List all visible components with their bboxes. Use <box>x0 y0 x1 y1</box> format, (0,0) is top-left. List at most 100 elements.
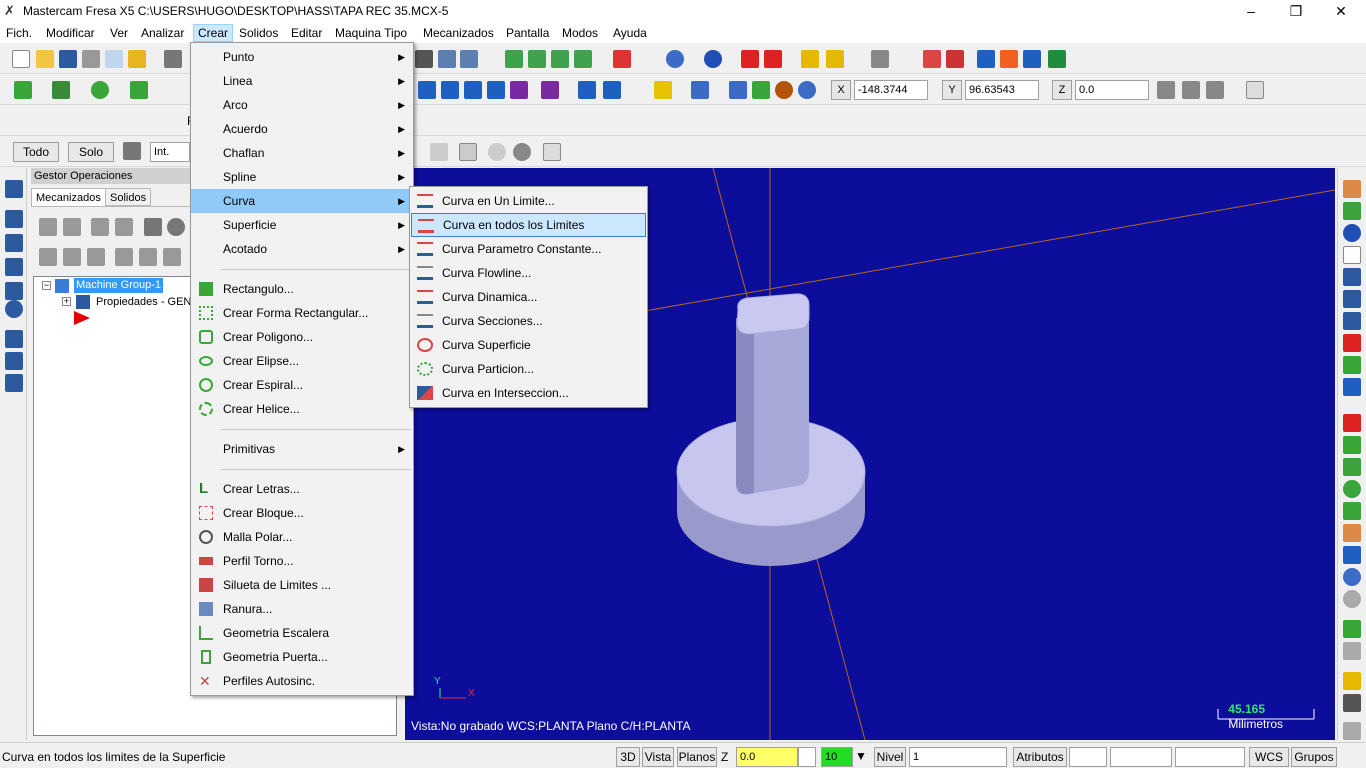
create-line-icon[interactable] <box>52 81 70 99</box>
tool-icon[interactable] <box>415 50 433 68</box>
insert-arrow-icon[interactable] <box>163 248 181 266</box>
rv-diamond-icon[interactable] <box>1343 546 1361 564</box>
lock2-icon[interactable] <box>87 248 105 266</box>
transform-icon[interactable] <box>977 50 995 68</box>
menu-rectangulo[interactable]: Rectangulo... <box>191 277 413 301</box>
select-all-ops-icon[interactable] <box>39 218 57 236</box>
print-preview-icon[interactable] <box>105 50 123 68</box>
rv-curve-icon[interactable] <box>1343 334 1361 352</box>
dims-icon[interactable] <box>691 81 709 99</box>
new-file-icon[interactable] <box>12 50 30 68</box>
toolpath3-icon[interactable] <box>5 234 23 252</box>
toolpath9-icon[interactable] <box>5 374 23 392</box>
sphere2-icon[interactable] <box>775 81 793 99</box>
solid-box4-icon[interactable] <box>574 50 592 68</box>
menu-solidos[interactable]: Solidos <box>235 24 282 42</box>
menu-curva-particion[interactable]: Curva Particion... <box>411 357 646 381</box>
tab-solidos[interactable]: Solidos <box>105 188 152 206</box>
expand-icon[interactable]: + <box>62 297 71 306</box>
select-dirty-icon[interactable] <box>63 218 81 236</box>
menu-curva[interactable]: Curva ▶ <box>191 189 413 213</box>
sphere-icon[interactable] <box>704 50 722 68</box>
menu-silueta[interactable]: Silueta de Limites ... <box>191 573 413 597</box>
create-arc-icon[interactable] <box>91 81 109 99</box>
menu-editar[interactable]: Editar <box>287 24 326 42</box>
z-depth-dropdown[interactable] <box>798 747 816 767</box>
rv-grid-icon[interactable] <box>1343 180 1361 198</box>
rv-color-icon[interactable] <box>1343 620 1361 638</box>
menu-escalera[interactable]: Geometria Escalera <box>191 621 413 645</box>
rv-surface-icon[interactable] <box>1343 414 1361 432</box>
create-point-icon[interactable] <box>14 81 32 99</box>
light-icon[interactable] <box>654 81 672 99</box>
sigma-icon[interactable] <box>1023 50 1041 68</box>
solid-box-icon[interactable] <box>505 50 523 68</box>
btn-grupos[interactable]: Grupos <box>1291 747 1337 767</box>
menu-modos[interactable]: Modos <box>558 24 602 42</box>
btn-wcs[interactable]: WCS <box>1249 747 1289 767</box>
toolpath6-icon[interactable] <box>5 300 23 318</box>
rv-branch-icon[interactable] <box>1343 312 1361 330</box>
rv-line-icon[interactable] <box>1343 458 1361 476</box>
circle-icon[interactable] <box>513 143 531 161</box>
close-button[interactable]: ✕ <box>1318 0 1364 23</box>
pick-icon[interactable] <box>430 143 448 161</box>
machine-group-node[interactable]: Machine Group-1 <box>74 278 163 293</box>
rv-add-icon[interactable] <box>1343 436 1361 454</box>
menu-linea[interactable]: Linea ▶ <box>191 69 413 93</box>
clipboard-icon[interactable] <box>128 50 146 68</box>
menu-curva-secciones[interactable]: Curva Secciones... <box>411 309 646 333</box>
rv-circle-icon[interactable] <box>1343 480 1361 498</box>
menu-forma-rectangular[interactable]: Crear Forma Rectangular... <box>191 301 413 325</box>
menu-spline[interactable]: Spline ▶ <box>191 165 413 189</box>
toolpath-icon[interactable] <box>5 180 23 198</box>
solid-red-icon[interactable] <box>613 50 631 68</box>
btn-vista[interactable]: Vista <box>642 747 674 767</box>
tab-mecanizados[interactable]: Mecanizados <box>31 188 106 206</box>
select-only-button[interactable]: Solo <box>68 142 114 162</box>
collapse-icon[interactable]: − <box>42 281 51 290</box>
tool3-icon[interactable] <box>460 50 478 68</box>
arrow-box-icon[interactable] <box>603 81 621 99</box>
menu-espiral[interactable]: Crear Espiral... <box>191 373 413 397</box>
arrow-up-icon[interactable] <box>139 248 157 266</box>
select-mode-field[interactable]: Int. <box>150 142 190 162</box>
rv-graph-icon[interactable] <box>1343 378 1361 396</box>
menu-poligono[interactable]: Crear Poligono... <box>191 325 413 349</box>
help-icon[interactable] <box>1246 81 1264 99</box>
rv-pattern-icon[interactable] <box>1343 524 1361 542</box>
cube-icon[interactable] <box>729 81 747 99</box>
rv-page-icon[interactable] <box>1343 246 1361 264</box>
wave-icon[interactable] <box>63 248 81 266</box>
toolpath5-icon[interactable] <box>5 282 23 300</box>
menu-fich[interactable]: Fich. <box>2 24 36 42</box>
xform4-icon[interactable] <box>487 81 505 99</box>
menu-superficie[interactable]: Superficie ▶ <box>191 213 413 237</box>
help2-icon[interactable] <box>543 143 561 161</box>
toolpath8-icon[interactable] <box>5 352 23 370</box>
menu-curva-interseccion[interactable]: Curva en Interseccion... <box>411 381 646 405</box>
menu-puerta[interactable]: Geometria Puerta... <box>191 645 413 669</box>
menu-ranura[interactable]: Ranura... <box>191 597 413 621</box>
menu-curva-flowline[interactable]: Curva Flowline... <box>411 261 646 285</box>
xform2-icon[interactable] <box>441 81 459 99</box>
wand-icon[interactable] <box>871 50 889 68</box>
menu-analizar[interactable]: Analizar <box>137 24 188 42</box>
shade-icon[interactable] <box>741 50 759 68</box>
open-folder-icon[interactable] <box>36 50 54 68</box>
x-coordinate-field[interactable]: -148.3744 <box>854 80 928 100</box>
print-icon[interactable] <box>82 50 100 68</box>
menu-autosinc[interactable]: ✕ Perfiles Autosinc. <box>191 669 413 693</box>
xform-icon[interactable] <box>418 81 436 99</box>
btn-planos[interactable]: Planos <box>677 747 717 767</box>
rv-save-icon[interactable] <box>1343 268 1361 286</box>
cancel-icon[interactable] <box>488 143 506 161</box>
select-all-button[interactable]: Todo <box>13 142 59 162</box>
xform3-icon[interactable] <box>464 81 482 99</box>
toolpath2-icon[interactable] <box>5 210 23 228</box>
menu-chaflan[interactable]: Chaflan ▶ <box>191 141 413 165</box>
menu-curva-dinamica[interactable]: Curva Dinamica... <box>411 285 646 309</box>
menu-curva-un-limite[interactable]: Curva en Un Limite... <box>411 189 646 213</box>
line-width-field[interactable] <box>1175 747 1245 767</box>
menu-ayuda[interactable]: Ayuda <box>609 24 651 42</box>
